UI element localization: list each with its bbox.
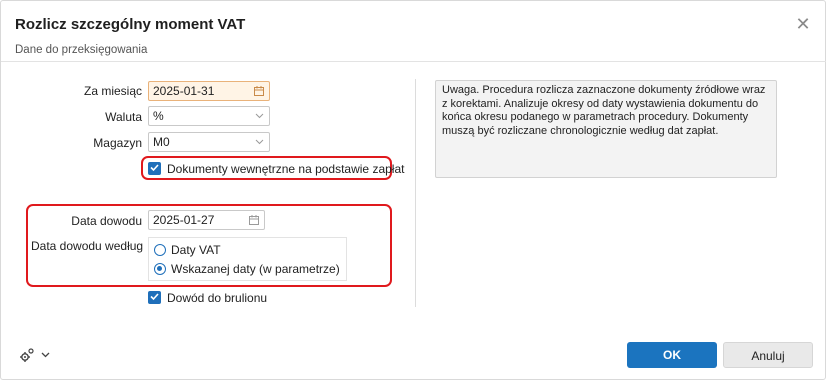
za-miesiac-date-field[interactable]: 2025-01-31 — [148, 81, 270, 101]
radio-daty-vat[interactable] — [154, 244, 166, 256]
column-divider — [415, 79, 416, 307]
check-icon — [150, 164, 159, 172]
data-dowodu-date-field[interactable]: 2025-01-27 — [148, 210, 265, 230]
data-dowodu-wedlug-radio-group: Daty VAT Wskazanej daty (w parametrze) — [148, 237, 347, 281]
gear-icon[interactable] — [19, 347, 35, 366]
chevron-down-icon[interactable] — [41, 347, 50, 361]
dowod-do-brulionu-label[interactable]: Dowód do brulionu — [167, 291, 267, 305]
chevron-down-icon — [255, 133, 264, 152]
header-divider — [1, 61, 826, 62]
dowod-do-brulionu-checkbox[interactable] — [148, 291, 161, 304]
data-dowodu-wedlug-label: Data dowodu według — [31, 239, 144, 253]
check-icon — [150, 293, 159, 301]
calendar-icon[interactable] — [254, 82, 264, 103]
waluta-select[interactable]: % — [148, 106, 270, 126]
za-miesiac-value: 2025-01-31 — [153, 84, 215, 98]
dialog: Rozlicz szczególny moment VAT ✕ Dane do … — [0, 0, 826, 380]
dokumenty-wewnetrzne-checkbox[interactable] — [148, 162, 161, 175]
waluta-value: % — [153, 109, 164, 123]
cancel-button[interactable]: Anuluj — [723, 342, 813, 368]
magazyn-label: Magazyn — [93, 136, 142, 150]
radio-wskazanej-daty[interactable] — [154, 263, 166, 275]
dialog-title: Rozlicz szczególny moment VAT — [15, 16, 246, 33]
magazyn-select[interactable]: M0 — [148, 132, 270, 152]
data-dowodu-label: Data dowodu — [71, 214, 142, 228]
warning-note: Uwaga. Procedura rozlicza zaznaczone dok… — [435, 80, 777, 178]
radio-wskazanej-daty-label[interactable]: Wskazanej daty (w parametrze) — [171, 262, 340, 276]
chevron-down-icon — [255, 107, 264, 126]
calendar-icon[interactable] — [249, 211, 259, 232]
radio-daty-vat-label[interactable]: Daty VAT — [171, 243, 221, 257]
section-subtitle: Dane do przeksięgowania — [15, 44, 148, 56]
za-miesiac-label: Za miesiąc — [83, 84, 142, 98]
close-icon[interactable]: ✕ — [794, 15, 812, 33]
dokumenty-wewnetrzne-label[interactable]: Dokumenty wewnętrzne na podstawie zapłat — [167, 162, 404, 176]
data-dowodu-value: 2025-01-27 — [153, 213, 215, 227]
magazyn-value: M0 — [153, 135, 170, 149]
ok-button[interactable]: OK — [627, 342, 717, 368]
waluta-label: Waluta — [105, 110, 142, 124]
